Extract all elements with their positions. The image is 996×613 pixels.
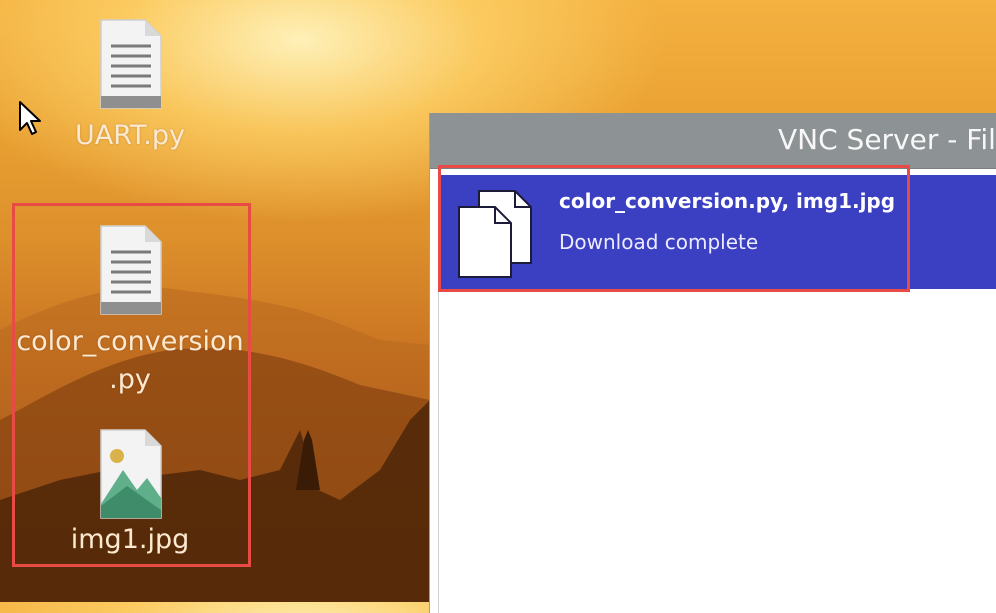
- python-file-icon: [97, 224, 163, 322]
- desktop-icon-color-conversion-py[interactable]: color_conversion .py: [15, 224, 245, 400]
- python-file-icon: [97, 18, 163, 116]
- desktop-icon-label: img1.jpg: [70, 524, 190, 555]
- desktop-icon-label-line1: color_conversion: [16, 326, 244, 357]
- desktop-icon-label-line2: .py: [109, 364, 151, 395]
- desktop-icon-img1-jpg[interactable]: img1.jpg: [15, 428, 245, 560]
- desktop-icon-label: UART.py: [74, 120, 186, 151]
- selection-highlight-transfer: [438, 165, 910, 292]
- window-title: VNC Server - File: [778, 123, 996, 156]
- desktop-icon-uart-py[interactable]: UART.py: [15, 18, 245, 156]
- image-file-icon: [97, 428, 163, 526]
- window-titlebar[interactable]: VNC Server - File: [430, 113, 996, 169]
